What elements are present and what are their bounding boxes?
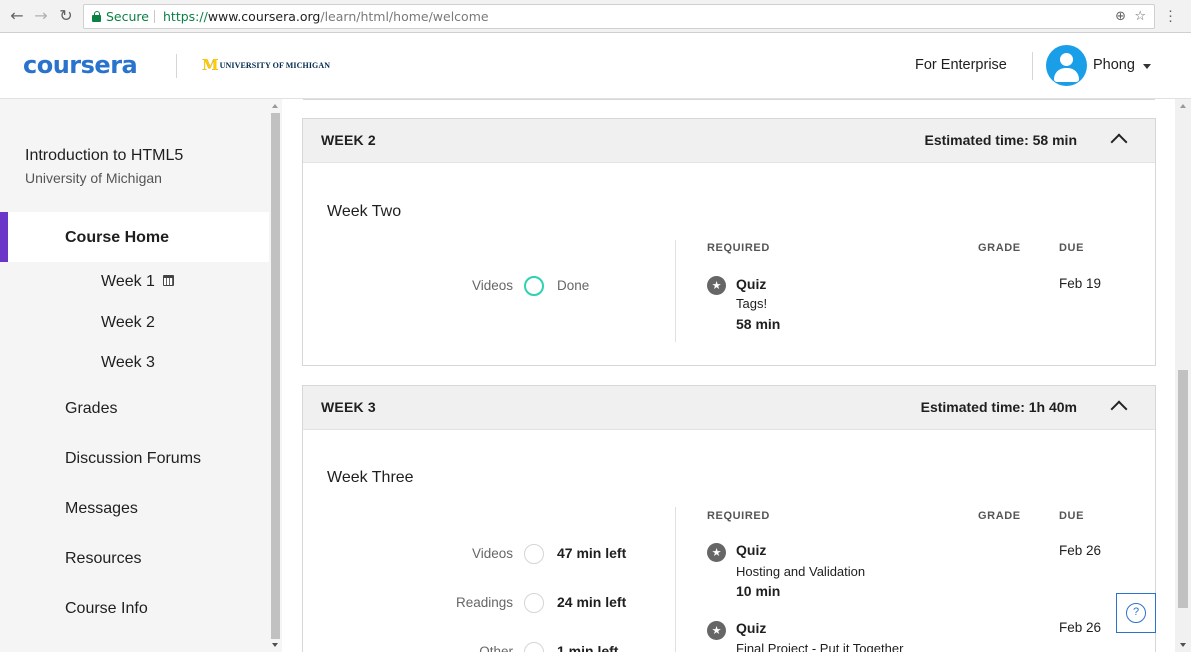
- university-logo: M UNIVERSITY OF MICHIGAN: [202, 56, 331, 74]
- address-separator: [154, 10, 155, 23]
- week-card-header[interactable]: WEEK 3 Estimated time: 1h 40m: [303, 386, 1155, 430]
- secure-label: Secure: [106, 9, 149, 24]
- chevron-up-icon[interactable]: [1110, 133, 1128, 151]
- course-org: University of Michigan: [25, 170, 162, 186]
- item-type: Quiz: [736, 620, 767, 636]
- column-divider: [675, 507, 676, 652]
- column-header-grade: GRADE: [978, 510, 1021, 522]
- sidebar-item-discussion-forums[interactable]: Discussion Forums: [65, 450, 201, 468]
- scroll-up-arrow-icon[interactable]: [1180, 104, 1186, 108]
- week-card-header[interactable]: WEEK 2 Estimated time: 58 min: [303, 119, 1155, 163]
- quiz-star-icon: ★: [707, 621, 726, 640]
- header-divider: [176, 54, 177, 78]
- url-scheme: https://: [163, 9, 208, 24]
- week-title: Week Two: [327, 203, 402, 220]
- page-scroll-thumb[interactable]: [1178, 370, 1188, 608]
- scroll-down-arrow-icon[interactable]: [272, 643, 278, 647]
- help-icon: ?: [1126, 603, 1146, 623]
- zoom-icon[interactable]: ⊕: [1115, 9, 1126, 24]
- empty-circle-icon: [524, 593, 544, 613]
- omnibox-icons: ⊕ ☆: [1115, 5, 1146, 28]
- quiz-star-icon: ★: [707, 276, 726, 295]
- user-name[interactable]: Phong: [1093, 57, 1135, 73]
- course-title[interactable]: Introduction to HTML5: [25, 147, 183, 165]
- calendar-icon: [162, 275, 174, 286]
- quiz-link[interactable]: Tags!: [736, 296, 767, 311]
- week-title: Week Three: [327, 469, 414, 486]
- quiz-star-icon: ★: [707, 543, 726, 562]
- back-arrow-icon[interactable]: ←: [8, 7, 26, 25]
- vertical-dots-icon[interactable]: · · ·: [1168, 3, 1173, 28]
- progress-label-videos: Videos: [471, 278, 513, 293]
- due-date: Feb 26: [1059, 543, 1102, 558]
- item-duration: 58 min: [736, 316, 781, 332]
- progress-label-other: Other: [479, 644, 513, 652]
- estimated-time: Estimated time: 58 min: [924, 132, 1078, 148]
- sidebar-item-resources[interactable]: Resources: [65, 550, 141, 568]
- column-divider: [675, 240, 676, 342]
- sidebar-item-course-info[interactable]: Course Info: [65, 600, 148, 618]
- address-bar[interactable]: Secure https://www.coursera.org/learn/ht…: [83, 4, 1155, 29]
- chevron-down-icon[interactable]: [1143, 64, 1151, 69]
- sidebar-item-week-1[interactable]: Week 1: [101, 273, 174, 291]
- progress-value: 47 min left: [557, 545, 627, 561]
- sidebar-scroll-thumb[interactable]: [271, 113, 280, 639]
- sidebar-item-messages[interactable]: Messages: [65, 500, 138, 518]
- active-indicator: [0, 212, 8, 262]
- item-type: Quiz: [736, 542, 767, 558]
- progress-value: 24 min left: [557, 594, 627, 610]
- progress-value: 1 min left: [557, 643, 619, 652]
- previous-card-edge: [303, 99, 1155, 100]
- column-header-due: DUE: [1059, 242, 1085, 254]
- week-label: WEEK 3: [321, 399, 376, 415]
- site-header: coursera M UNIVERSITY OF MICHIGAN For En…: [0, 33, 1191, 99]
- quiz-link[interactable]: Final Project - Put it Together: [736, 641, 903, 652]
- sidebar-item-week-2[interactable]: Week 2: [101, 314, 155, 332]
- scroll-up-arrow-icon[interactable]: [272, 104, 278, 108]
- column-header-due: DUE: [1059, 510, 1085, 522]
- forward-arrow-icon[interactable]: →: [32, 7, 50, 25]
- user-avatar[interactable]: [1046, 45, 1087, 86]
- progress-label-readings: Readings: [455, 595, 513, 610]
- reload-icon[interactable]: ↻: [57, 7, 75, 25]
- due-date: Feb 19: [1059, 276, 1102, 291]
- chevron-up-icon[interactable]: [1110, 400, 1128, 418]
- column-header-grade: GRADE: [978, 242, 1021, 254]
- item-duration: 10 min: [736, 583, 781, 599]
- url-host: www.coursera.org: [207, 9, 321, 24]
- column-header-required: REQUIRED: [707, 242, 770, 254]
- umich-wordmark: UNIVERSITY OF MICHIGAN: [219, 60, 331, 70]
- empty-circle-icon: [524, 642, 544, 652]
- sidebar-item-week-3[interactable]: Week 3: [101, 354, 155, 372]
- star-icon[interactable]: ☆: [1134, 9, 1146, 24]
- week-label: WEEK 2: [321, 132, 376, 148]
- quiz-link[interactable]: Hosting and Validation: [736, 564, 865, 579]
- scroll-down-arrow-icon[interactable]: [1180, 643, 1186, 647]
- url-text[interactable]: https://www.coursera.org/learn/html/home…: [163, 5, 489, 28]
- lock-icon: [92, 11, 101, 22]
- browser-toolbar: ← → ↻ Secure https://www.coursera.org/le…: [0, 0, 1191, 33]
- help-button[interactable]: ?: [1116, 593, 1156, 633]
- column-header-required: REQUIRED: [707, 510, 770, 522]
- header-divider: [1032, 52, 1033, 80]
- due-date: Feb 26: [1059, 620, 1102, 635]
- estimated-time: Estimated time: 1h 40m: [920, 399, 1077, 415]
- done-circle-icon: [524, 276, 544, 296]
- progress-label-videos: Videos: [471, 546, 513, 561]
- progress-value: Done: [557, 278, 590, 293]
- for-enterprise-link[interactable]: For Enterprise: [915, 57, 1007, 73]
- coursera-logo[interactable]: coursera: [23, 51, 138, 79]
- item-type: Quiz: [736, 276, 767, 292]
- sidebar-item-label: Week 1: [101, 273, 155, 290]
- week-card: WEEK 3 Estimated time: 1h 40m Week Three…: [302, 385, 1156, 652]
- empty-circle-icon: [524, 544, 544, 564]
- sidebar-item-course-home[interactable]: Course Home: [65, 229, 169, 247]
- url-path: /learn/html/home/welcome: [320, 9, 489, 24]
- sidebar-item-grades[interactable]: Grades: [65, 400, 117, 418]
- week-card: WEEK 2 Estimated time: 58 min Week Two V…: [302, 118, 1156, 366]
- umich-m-mark: M: [202, 56, 219, 74]
